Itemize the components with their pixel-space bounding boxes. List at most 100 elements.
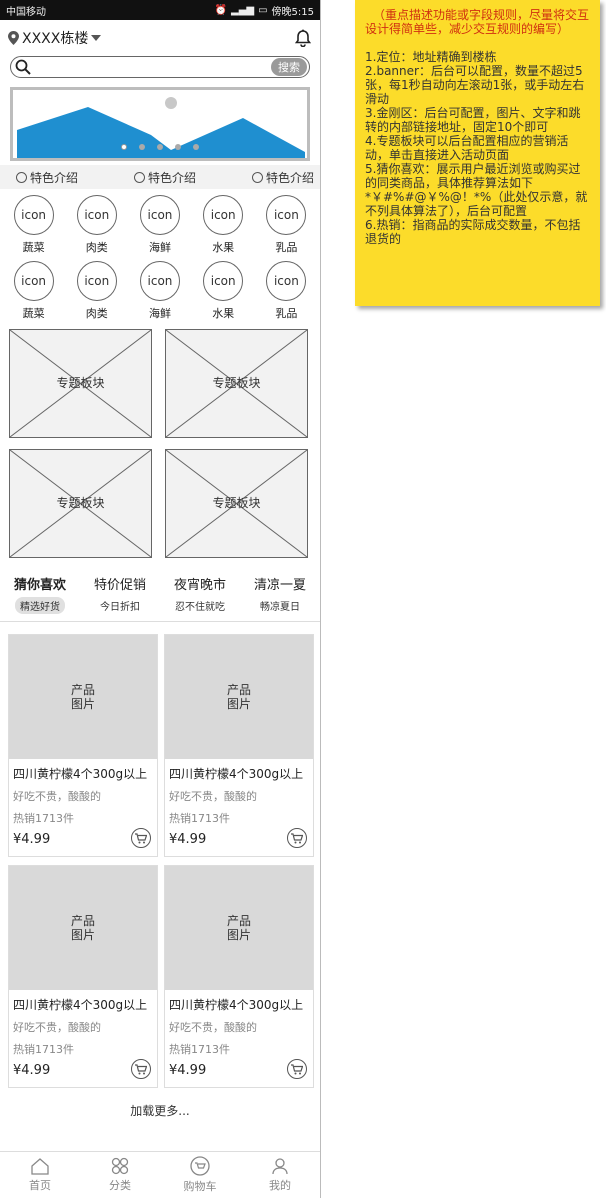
nav-label: 我的 [269,1179,291,1192]
category-item[interactable]: icon 乳品 [255,261,318,321]
topic-block[interactable]: 专题板块 [9,329,152,438]
time-label: 傍晚5:15 [271,6,314,18]
banner-dot[interactable] [175,144,181,150]
product-image-label: 产品 图片 [226,683,251,711]
category-item[interactable]: icon 海鲜 [128,261,191,321]
product-image-label: 产品 图片 [70,914,95,942]
topic-label: 专题板块 [212,496,261,510]
feature-item[interactable]: 特色介绍 [133,169,196,186]
banner-carousel[interactable] [10,87,310,161]
category-label: 乳品 [275,241,298,254]
radio-icon [133,171,145,183]
nav-label: 购物车 [183,1180,217,1193]
category-item[interactable]: icon 肉类 [65,195,128,255]
category-item[interactable]: icon 海鲜 [128,195,191,255]
note-item: 6.热销：指商品的实际成交数量，不包括退货的 [365,218,581,246]
product-name: 四川黄柠檬4个300g以上 [13,998,148,1012]
product-image-label: 产品 图片 [226,914,251,942]
search-bar: 搜索 [10,56,310,78]
nav-home[interactable]: 首页 [0,1152,80,1198]
radio-icon [251,171,263,183]
tab-special-offer[interactable]: 特价促销 今日折扣 [80,574,160,614]
note-item: 5.猜你喜欢：展示用户最近浏览或购买过的同类商品，具体推荐算法如下*￥#%#@￥… [365,162,588,218]
banner-dot[interactable] [139,144,145,150]
product-desc: 好吃不贵，酸酸的 [169,790,257,803]
add-to-cart-icon[interactable] [131,828,151,848]
product-sold: 热销1713件 [13,812,74,825]
topic-block[interactable]: 专题板块 [165,449,308,558]
location-selector[interactable]: XXXX栋楼 [8,28,102,48]
feature-label: 特色介绍 [147,170,196,185]
feature-item[interactable]: 特色介绍 [251,169,314,186]
tab-subtitle: 今日折扣 [100,602,140,613]
phone-screen: 中国移动 ⏰ ▂▄▆ ▭ 傍晚5:15 XXXX栋楼 搜索 特色介绍 特色介绍 … [0,0,321,1198]
product-card[interactable]: 产品 图片 四川黄柠檬4个300g以上 好吃不贵，酸酸的 热销1713件 ¥4.… [164,634,314,857]
category-label: 水果 [212,241,235,254]
category-icon: icon [139,261,180,301]
product-card[interactable]: 产品 图片 四川黄柠檬4个300g以上 好吃不贵，酸酸的 热销1713件 ¥4.… [164,865,314,1088]
product-image: 产品 图片 [165,866,313,990]
nav-category[interactable]: 分类 [80,1152,160,1198]
add-to-cart-icon[interactable] [287,1059,307,1079]
category-icon: icon [76,261,117,301]
tab-title: 清凉一夏 [253,578,306,593]
location-pin-icon [8,31,19,45]
banner-dot[interactable] [193,144,199,150]
load-more-link[interactable]: 加载更多... [0,1102,320,1119]
nav-profile[interactable]: 我的 [240,1152,320,1198]
bell-icon[interactable] [294,29,312,47]
product-card[interactable]: 产品 图片 四川黄柠檬4个300g以上 好吃不贵，酸酸的 热销1713件 ¥4.… [8,865,158,1088]
tab-title: 夜宵晚市 [173,578,226,593]
nav-cart[interactable]: 购物车 [160,1152,240,1198]
recommend-tabs: 猜你喜欢 精选好货 特价促销 今日折扣 夜宵晚市 忍不住就吃 清凉一夏 畅凉夏日 [0,558,320,614]
alarm-icon: ⏰ [214,4,227,16]
category-icon: icon [266,195,307,235]
category-icon: icon [203,261,244,301]
category-label: 水果 [212,307,235,320]
note-item: 3.金刚区：后台可配置，图片、文字和跳转的内部链接地址，固定10个即可 [365,106,581,134]
topic-grid: 专题板块 专题板块 专题板块 专题板块 [0,321,320,558]
product-sold: 热销1713件 [169,1043,230,1056]
cart-icon [190,1156,210,1176]
topic-block[interactable]: 专题板块 [9,449,152,558]
search-input[interactable] [35,60,271,74]
category-item[interactable]: icon 水果 [192,195,255,255]
chevron-down-icon [91,35,102,41]
category-item[interactable]: icon 乳品 [255,195,318,255]
add-to-cart-icon[interactable] [131,1059,151,1079]
banner-dot[interactable] [157,144,163,150]
category-icon: icon [76,195,117,235]
tab-guess-you-like[interactable]: 猜你喜欢 精选好货 [0,574,80,614]
category-label: 蔬菜 [22,307,45,320]
home-icon [31,1158,49,1175]
product-image: 产品 图片 [9,866,157,990]
product-desc: 好吃不贵，酸酸的 [13,1021,101,1034]
banner-dot[interactable] [121,144,127,150]
product-card[interactable]: 产品 图片 四川黄柠檬4个300g以上 好吃不贵，酸酸的 热销1713件 ¥4.… [8,634,158,857]
category-label: 肉类 [85,241,108,254]
product-image: 产品 图片 [9,635,157,759]
bottom-nav: 首页 分类 购物车 我的 [0,1151,320,1198]
topic-label: 专题板块 [56,496,105,510]
search-button[interactable]: 搜索 [271,58,307,76]
category-label: 海鲜 [148,307,171,320]
feature-item[interactable]: 特色介绍 [16,169,78,186]
category-item[interactable]: icon 水果 [192,261,255,321]
category-label: 蔬菜 [22,241,45,254]
tab-night-market[interactable]: 夜宵晚市 忍不住就吃 [160,574,240,614]
topic-block[interactable]: 专题板块 [165,329,308,438]
category-item[interactable]: icon 蔬菜 [2,261,65,321]
category-label: 乳品 [275,307,298,320]
note-headline: （重点描述功能或字段规则，尽量将交互设计得简单些，减少交互规则的编写） [365,8,590,36]
tab-summer[interactable]: 清凉一夏 畅凉夏日 [240,574,320,614]
battery-icon: ▭ [258,4,268,16]
category-item[interactable]: icon 蔬菜 [2,195,65,255]
category-icon: icon [139,195,180,235]
add-to-cart-icon[interactable] [287,828,307,848]
category-item[interactable]: icon 肉类 [65,261,128,321]
product-sold: 热销1713件 [13,1043,74,1056]
top-bar: XXXX栋楼 [0,20,320,56]
status-bar: 中国移动 ⏰ ▂▄▆ ▭ 傍晚5:15 [0,0,320,20]
annotation-note: （重点描述功能或字段规则，尽量将交互设计得简单些，减少交互规则的编写） 1.定位… [355,0,600,306]
tab-title: 猜你喜欢 [13,578,66,593]
